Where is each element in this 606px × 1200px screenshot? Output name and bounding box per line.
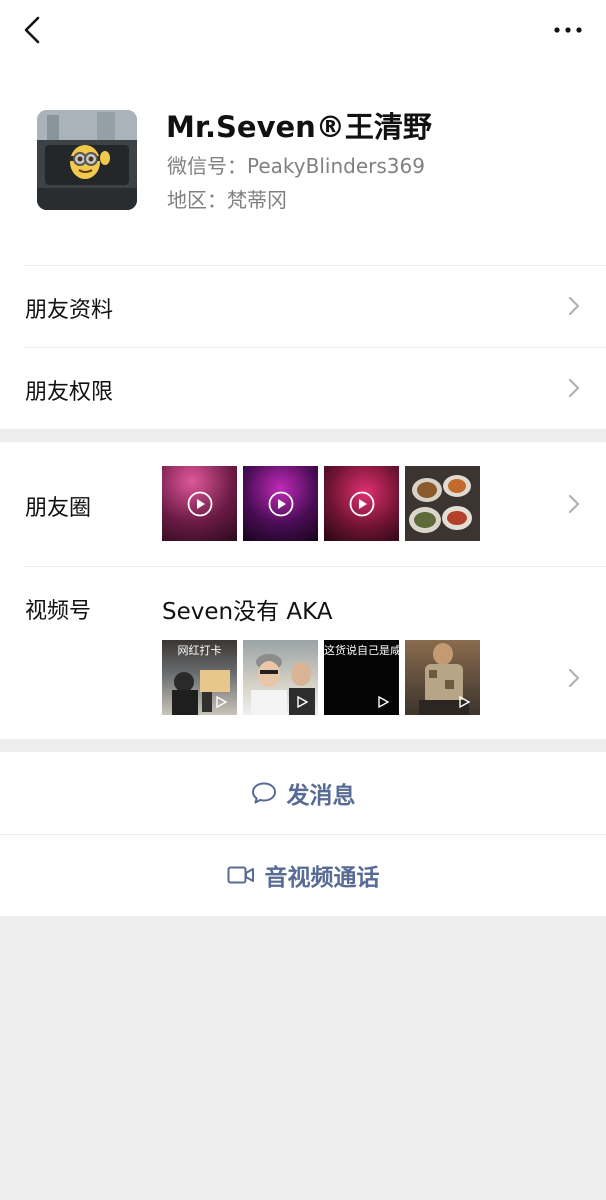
channel-thumbnail: 这货说自己是咸鱼 <box>324 640 399 715</box>
play-icon <box>378 696 389 708</box>
friend-info-label: 朋友资料 <box>25 298 114 323</box>
chevron-right-icon <box>568 296 580 316</box>
food-photo <box>405 466 480 541</box>
friend-permissions-row[interactable]: 朋友权限 <box>0 347 606 429</box>
play-icon <box>297 696 308 708</box>
channels-thumbnails: 网红打卡 这货说自己是咸鱼 <box>162 640 480 715</box>
settings-section: 朋友资料 朋友权限 <box>0 265 606 429</box>
channel-thumbnail <box>405 640 480 715</box>
back-icon[interactable] <box>18 14 48 46</box>
profile-header: Mr.Seven®王清野 微信号：PeakyBlinders369 地区：梵蒂冈 <box>0 60 606 265</box>
moments-label: 朋友圈 <box>25 496 92 521</box>
video-camera-icon <box>227 866 254 884</box>
send-message-button[interactable]: 发消息 <box>0 752 606 834</box>
avatar-image <box>37 110 137 210</box>
moments-thumbnail <box>243 466 318 541</box>
avatar[interactable] <box>37 110 137 210</box>
region: 地区：梵蒂冈 <box>167 188 287 212</box>
video-call-label: 音视频通话 <box>264 865 380 891</box>
media-section: 朋友圈 视频号 Seven没有 AKA 网红打卡 这货说自己是咸 <box>0 442 606 739</box>
chat-bubble-icon <box>251 782 276 804</box>
moments-thumbnail <box>162 466 237 541</box>
wechat-id: 微信号：PeakyBlinders369 <box>167 154 425 178</box>
channel-thumbnail <box>243 640 318 715</box>
video-call-button[interactable]: 音视频通话 <box>0 834 606 916</box>
send-message-label: 发消息 <box>286 783 356 809</box>
actions-section: 发消息 音视频通话 <box>0 752 606 916</box>
channel-thumbnail-caption: 网红打卡 <box>177 644 222 657</box>
chevron-right-icon <box>568 378 580 398</box>
top-nav-bar <box>0 0 606 60</box>
chevron-right-icon <box>568 494 580 514</box>
profile-name: Mr.Seven®王清野 <box>166 110 432 144</box>
channel-name: Seven没有 AKA <box>162 599 333 625</box>
moments-thumbnail <box>405 466 480 541</box>
friend-info-row[interactable]: 朋友资料 <box>0 265 606 347</box>
channels-row[interactable]: 视频号 Seven没有 AKA 网红打卡 这货说自己是咸 <box>0 566 606 739</box>
moments-thumbnails <box>162 466 480 541</box>
moments-row[interactable]: 朋友圈 <box>0 442 606 566</box>
play-icon <box>349 491 375 517</box>
moments-thumbnail <box>324 466 399 541</box>
channel-thumbnail-caption: 这货说自己是咸鱼 <box>324 644 399 657</box>
friend-permissions-label: 朋友权限 <box>25 380 114 405</box>
play-icon <box>187 491 213 517</box>
channels-label: 视频号 <box>25 599 92 624</box>
play-icon <box>268 491 294 517</box>
chevron-right-icon <box>568 668 580 688</box>
play-icon <box>216 696 227 708</box>
play-icon <box>459 696 470 708</box>
more-dots-icon[interactable] <box>552 20 584 40</box>
channel-thumbnail: 网红打卡 <box>162 640 237 715</box>
